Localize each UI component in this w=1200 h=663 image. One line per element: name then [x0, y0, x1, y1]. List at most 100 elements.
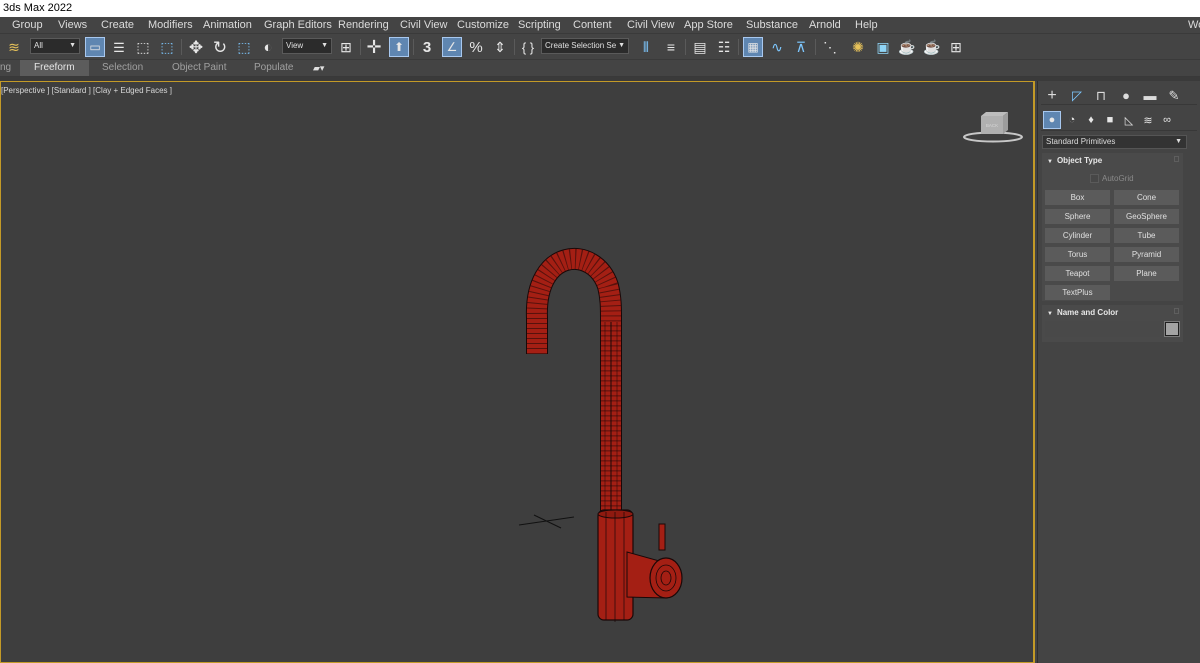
sphere-button[interactable]: Sphere [1045, 209, 1110, 224]
command-panel: + ◸ ⊓ ● ▬ ✎ ● ◔ ♦ ■ ◺ ≋ ∞ Standard Primi… [1037, 81, 1200, 663]
origin-axis-icon [518, 514, 575, 529]
3d-snap-icon[interactable]: 3 [417, 37, 437, 57]
menu-create[interactable]: Create [101, 17, 134, 33]
tab-selection[interactable]: Selection [102, 60, 143, 76]
menu-content[interactable]: Content [573, 17, 612, 33]
render-setup-icon[interactable]: ▣ [873, 37, 893, 57]
rotate-icon[interactable]: ↻ [210, 37, 230, 57]
collapse-triangle-icon: ▼ [1047, 159, 1053, 165]
curve-editor-icon[interactable]: ∿ [767, 37, 787, 57]
spinner-snap-icon[interactable]: ⇕ [490, 37, 510, 57]
menu-civil-view-2[interactable]: Civil View [627, 17, 674, 33]
cylinder-button[interactable]: Cylinder [1045, 228, 1110, 243]
rectangular-selection-icon[interactable]: ⬚ [133, 37, 153, 57]
menu-group[interactable]: Group [12, 17, 43, 33]
reference-coordinate-dropdown[interactable]: View ▼ [282, 38, 332, 54]
perspective-viewport[interactable]: [Perspective ] [Standard ] [Clay + Edged… [0, 81, 1035, 663]
menu-civil-view[interactable]: Civil View [400, 17, 447, 33]
geosphere-button[interactable]: GeoSphere [1114, 209, 1179, 224]
move-icon[interactable]: ✥ [186, 37, 206, 57]
selection-lock-icon[interactable]: ✛ [364, 37, 384, 57]
autogrid-checkbox[interactable] [1090, 174, 1099, 183]
create-category-tabs: ● ◔ ♦ ■ ◺ ≋ ∞ [1041, 109, 1197, 131]
menu-help[interactable]: Help [855, 17, 878, 33]
toolbar-divider [514, 39, 515, 55]
toolbar-divider [181, 39, 182, 55]
create-selection-set-dropdown[interactable]: Create Selection Se ▼ [541, 38, 629, 54]
cone-button[interactable]: Cone [1114, 190, 1179, 205]
edit-named-selection-icon[interactable]: { } [518, 37, 538, 57]
helpers-icon[interactable]: ◺ [1120, 111, 1138, 129]
toolbar-divider [685, 39, 686, 55]
ribbon-options-icon[interactable]: ▰▾ [313, 60, 324, 76]
select-by-name-icon[interactable]: ☰ [109, 37, 129, 57]
menu-scripting[interactable]: Scripting [518, 17, 561, 33]
render-in-cloud-icon[interactable]: ⊞ [946, 37, 966, 57]
toolbar-divider [815, 39, 816, 55]
rendered-frame-window-icon[interactable]: ☕ [897, 37, 917, 57]
textplus-button[interactable]: TextPlus [1045, 285, 1110, 300]
menu-modifiers[interactable]: Modifiers [148, 17, 193, 33]
layer-explorer-icon[interactable]: ☷ [714, 37, 734, 57]
teapot-button[interactable]: Teapot [1045, 266, 1110, 281]
menu-substance[interactable]: Substance [746, 17, 798, 33]
render-production-icon[interactable]: ☕ [922, 37, 942, 57]
mirror-icon[interactable]: ⫴ [636, 37, 656, 57]
plane-button[interactable]: Plane [1114, 266, 1179, 281]
menu-arnold[interactable]: Arnold [809, 17, 841, 33]
menu-graph-editors[interactable]: Graph Editors [264, 17, 332, 33]
category-dropdown[interactable]: Standard Primitives ▼ [1042, 135, 1187, 149]
faucet-handle [649, 557, 683, 599]
chevron-down-icon: ▼ [321, 42, 328, 49]
dope-sheet-icon[interactable]: ⊼ [791, 37, 811, 57]
tab-object-paint[interactable]: Object Paint [172, 60, 226, 76]
faucet-model[interactable] [525, 247, 683, 622]
pivot-icon[interactable]: ⊞ [336, 37, 356, 57]
lights-icon[interactable]: ♦ [1082, 111, 1100, 129]
torus-button[interactable]: Torus [1045, 247, 1110, 262]
command-panel-tabs: + ◸ ⊓ ● ▬ ✎ [1041, 85, 1197, 105]
hierarchy-tab-icon[interactable]: ⊓ [1092, 87, 1110, 104]
name-and-color-header[interactable]: ▼ Name and Color [1042, 305, 1183, 320]
window-crossing-icon[interactable]: ⬚ [157, 37, 177, 57]
schematic-view-icon[interactable]: ⋱ [820, 37, 840, 57]
placement-icon[interactable]: ◐ [258, 37, 278, 57]
menu-animation[interactable]: Animation [203, 17, 252, 33]
motion-tab-icon[interactable]: ● [1117, 87, 1135, 104]
ribbon-icon[interactable]: ▦ [743, 37, 763, 57]
display-tab-icon[interactable]: ▬ [1141, 87, 1159, 104]
main-toolbar: ≋ All ▼ ▭ ☰ ⬚ ⬚ ✥ ↻ ⬚ ◐ View ▼ ⊞ ✛ ⬆ 3 ∠ %… [0, 34, 1200, 60]
material-editor-icon[interactable]: ✺ [848, 37, 868, 57]
menu-customize[interactable]: Customize [457, 17, 509, 33]
object-type-header[interactable]: ▼ Object Type [1042, 153, 1183, 168]
menu-views[interactable]: Views [58, 17, 87, 33]
modify-tab-icon[interactable]: ◸ [1068, 87, 1086, 104]
angle-snap-icon[interactable]: ∠ [442, 37, 462, 57]
systems-icon[interactable]: ∞ [1158, 111, 1176, 129]
keyboard-shortcut-override-icon[interactable]: ⬆ [389, 37, 409, 57]
object-color-swatch[interactable] [1164, 321, 1180, 337]
scene-explorer-icon[interactable]: ▤ [690, 37, 710, 57]
space-warps-icon[interactable]: ≋ [1139, 111, 1157, 129]
pyramid-button[interactable]: Pyramid [1114, 247, 1179, 262]
title-bar: 3ds Max 2022 [0, 0, 1200, 17]
menu-rendering[interactable]: Rendering [338, 17, 389, 33]
scale-icon[interactable]: ⬚ [234, 37, 254, 57]
object-name-field[interactable] [1045, 321, 1160, 337]
align-icon[interactable]: ≡ [661, 37, 681, 57]
tab-populate[interactable]: Populate [254, 60, 293, 76]
utilities-tab-icon[interactable]: ✎ [1165, 87, 1183, 104]
box-button[interactable]: Box [1045, 190, 1110, 205]
geometry-icon[interactable]: ● [1043, 111, 1061, 129]
create-tab-icon[interactable]: + [1043, 87, 1061, 104]
cameras-icon[interactable]: ■ [1101, 111, 1119, 129]
selection-filter-dropdown[interactable]: All ▼ [30, 38, 80, 54]
shapes-icon[interactable]: ◔ [1063, 111, 1081, 129]
select-object-icon[interactable]: ▭ [85, 37, 105, 57]
menu-workspaces-cut[interactable]: Wo [1188, 17, 1200, 33]
tube-button[interactable]: Tube [1114, 228, 1179, 243]
percent-snap-icon[interactable]: % [466, 37, 486, 57]
tab-freeform[interactable]: Freeform [20, 60, 89, 76]
undo-redo-icon[interactable]: ≋ [4, 37, 24, 57]
menu-app-store[interactable]: App Store [684, 17, 733, 33]
